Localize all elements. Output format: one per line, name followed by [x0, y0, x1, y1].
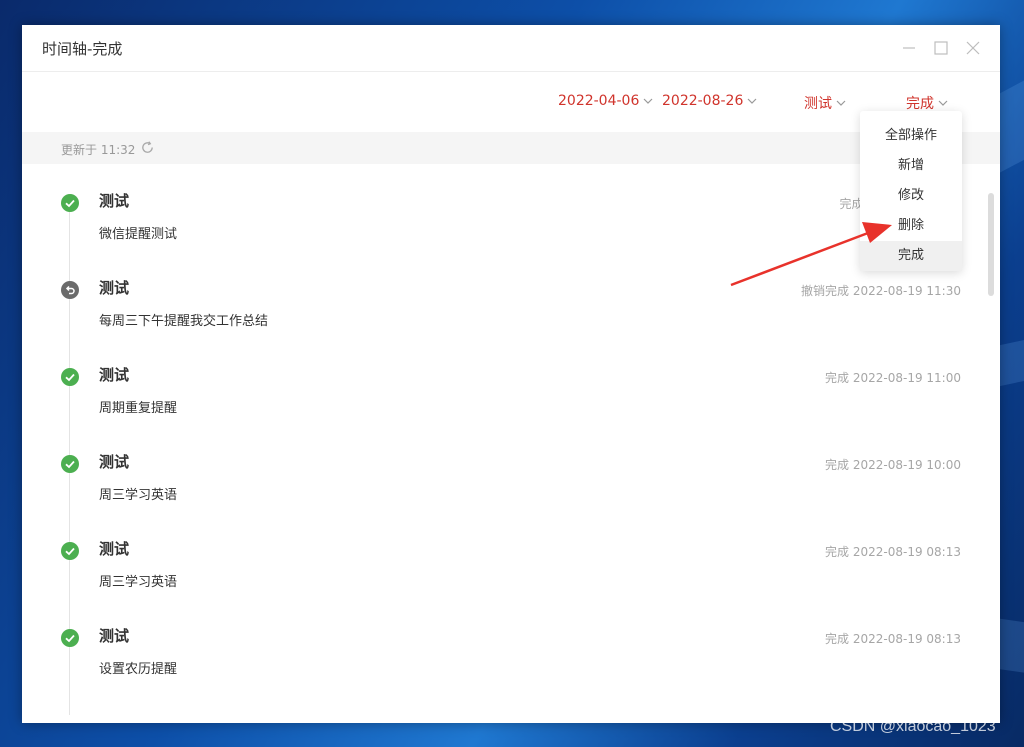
status-bar: 更新于 11:32: [22, 132, 1000, 164]
timeline-entry[interactable]: 测试 周三学习英语 完成 2022-08-19 08:13: [22, 533, 982, 620]
check-circle-icon: [61, 542, 79, 560]
check-circle-icon: [61, 194, 79, 212]
refresh-icon[interactable]: [140, 140, 155, 155]
action-dropdown-menu: 全部操作 新增 修改 删除 完成: [860, 111, 962, 271]
close-icon: [966, 41, 980, 55]
entry-description: 周三学习英语: [99, 575, 178, 590]
timeline-entry[interactable]: 测试 每周三下午提醒我交工作总结 撤销完成 2022-08-19 11:30: [22, 272, 982, 359]
menu-item-add[interactable]: 新增: [860, 151, 962, 181]
minimize-icon: [903, 47, 915, 49]
updated-time: 更新于 11:32: [61, 143, 136, 157]
action-label: 完成: [906, 96, 934, 112]
entry-time: 完成 2022-08-19 11:00: [825, 371, 961, 385]
window-title: 时间轴-完成: [42, 40, 123, 58]
timeline-entry[interactable]: 测试 设置农历提醒 完成 2022-08-19 08:13: [22, 620, 982, 707]
entry-description: 周期重复提醒: [99, 401, 178, 416]
end-date-label: 2022-08-26: [662, 93, 744, 109]
check-circle-icon: [61, 455, 79, 473]
entry-title: 测试: [99, 192, 130, 210]
maximize-icon: [934, 41, 948, 55]
title-bar: 时间轴-完成: [22, 25, 1000, 72]
chevron-down-icon: [938, 100, 948, 106]
entry-title: 测试: [99, 540, 130, 558]
entry-description: 微信提醒测试: [99, 227, 178, 242]
menu-item-modify[interactable]: 修改: [860, 181, 962, 211]
entry-time: 撤销完成 2022-08-19 11:30: [801, 284, 961, 298]
timeline-list: 测试 微信提醒测试 完成 2 测试 每周三下午提醒我交工作总结 撤销完成 202…: [22, 185, 982, 723]
chevron-down-icon: [836, 100, 846, 106]
timeline-entry[interactable]: 测试 周三学习英语 完成 2022-08-19 10:00: [22, 446, 982, 533]
filter-bar: 2022-04-06 2022-08-26 测试 完成: [22, 72, 1000, 130]
maximize-button[interactable]: [930, 37, 952, 59]
chevron-down-icon: [643, 98, 653, 104]
timeline-entry[interactable]: 测试 微信提醒测试 完成 2: [22, 185, 982, 272]
entry-title: 测试: [99, 453, 130, 471]
check-circle-icon: [61, 629, 79, 647]
watermark: CSDN @xiaocao_1023: [830, 718, 996, 735]
entry-description: 设置农历提醒: [99, 662, 178, 677]
entry-description: 周三学习英语: [99, 488, 178, 503]
check-circle-icon: [61, 368, 79, 386]
start-date-label: 2022-04-06: [558, 93, 640, 109]
close-button[interactable]: [962, 37, 984, 59]
entry-time: 完成 2022-08-19 08:13: [825, 545, 961, 559]
menu-item-complete[interactable]: 完成: [860, 241, 962, 271]
end-date-filter[interactable]: 2022-08-26: [662, 93, 757, 109]
entry-time: 完成 2022-08-19 08:13: [825, 632, 961, 646]
menu-item-all-actions[interactable]: 全部操作: [860, 121, 962, 151]
category-filter[interactable]: 测试: [804, 93, 846, 113]
minimize-button[interactable]: [898, 37, 920, 59]
entry-title: 测试: [99, 279, 130, 297]
undo-circle-icon: [61, 281, 79, 299]
entry-description: 每周三下午提醒我交工作总结: [99, 314, 269, 329]
chevron-down-icon: [747, 98, 757, 104]
start-date-filter[interactable]: 2022-04-06: [558, 93, 653, 109]
menu-item-delete[interactable]: 删除: [860, 211, 962, 241]
entry-time: 完成 2022-08-19 10:00: [825, 458, 961, 472]
entry-title: 测试: [99, 627, 130, 645]
action-filter[interactable]: 完成: [906, 93, 948, 113]
entry-title: 测试: [99, 366, 130, 384]
category-label: 测试: [804, 96, 832, 112]
timeline-entry[interactable]: 测试 周期重复提醒 完成 2022-08-19 11:00: [22, 359, 982, 446]
timeline-window: 时间轴-完成 2022-04-06 2022-08-26 测试 完成 更新于 1…: [22, 25, 1000, 723]
scrollbar-thumb[interactable]: [988, 193, 994, 296]
